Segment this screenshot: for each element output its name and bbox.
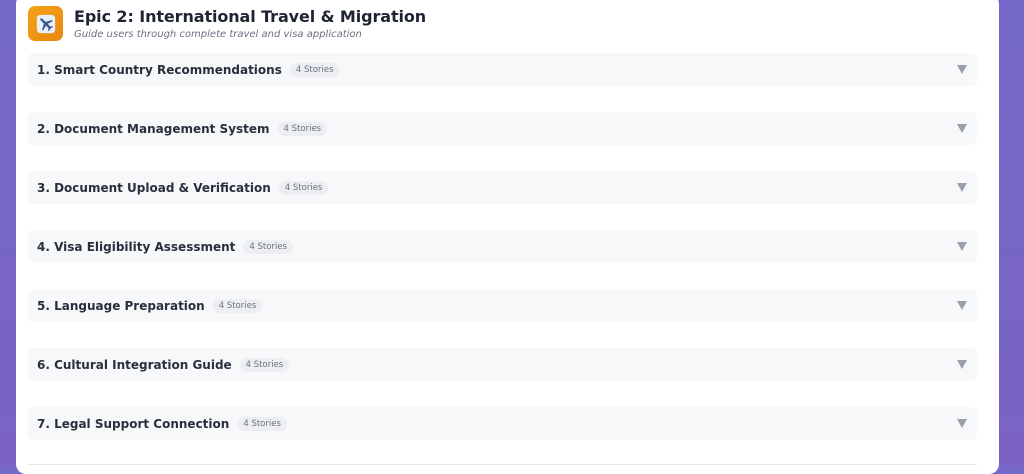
chevron-down-icon[interactable]: [957, 419, 967, 428]
feature-title: 1. Smart Country Recommendations: [37, 62, 282, 77]
feature-row-7[interactable]: 7. Legal Support Connection 4 Stories: [28, 407, 977, 440]
divider: [28, 464, 977, 465]
story-count-badge: 4 Stories: [212, 298, 263, 313]
story-count-badge: 4 Stories: [243, 239, 293, 254]
story-count-badge: 4 Stories: [239, 357, 290, 372]
feature-row-1[interactable]: 1. Smart Country Recommendations 4 Stori…: [28, 53, 977, 86]
feature-title: 4. Visa Eligibility Assessment: [37, 239, 236, 254]
chevron-down-icon[interactable]: [957, 65, 967, 74]
feature-title: 5. Language Preparation: [37, 298, 205, 313]
story-count-badge: 4 Stories: [289, 62, 340, 77]
feature-list: 1. Smart Country Recommendations 4 Stori…: [28, 53, 977, 466]
epic-title: Epic 2: International Travel & Migration: [74, 7, 427, 26]
feature-row-5[interactable]: 5. Language Preparation 4 Stories: [28, 289, 977, 322]
chevron-down-icon[interactable]: [957, 242, 967, 251]
feature-row-3[interactable]: 3. Document Upload & Verification 4 Stor…: [28, 171, 977, 204]
chevron-down-icon[interactable]: [957, 183, 967, 192]
story-count-badge: 4 Stories: [278, 180, 329, 195]
chevron-down-icon[interactable]: [957, 301, 967, 310]
epic-subtitle: Guide users through complete travel and …: [74, 29, 362, 40]
feature-row-4[interactable]: 4. Visa Eligibility Assessment 4 Stories: [28, 230, 977, 263]
airplane-icon: [28, 6, 63, 41]
chevron-down-icon[interactable]: [957, 124, 967, 133]
feature-row-2[interactable]: 2. Document Management System 4 Stories: [28, 112, 977, 145]
chevron-down-icon[interactable]: [957, 360, 967, 369]
feature-title: 2. Document Management System: [37, 121, 270, 136]
story-count-badge: 4 Stories: [237, 416, 287, 431]
epic-card: Epic 2: International Travel & Migration…: [16, 0, 999, 474]
epic-header: Epic 2: International Travel & Migration…: [28, 6, 426, 41]
feature-row-6[interactable]: 6. Cultural Integration Guide 4 Stories: [28, 348, 977, 381]
story-count-badge: 4 Stories: [277, 121, 328, 136]
feature-title: 7. Legal Support Connection: [37, 416, 230, 431]
feature-title: 6. Cultural Integration Guide: [37, 357, 232, 372]
feature-title: 3. Document Upload & Verification: [37, 180, 271, 195]
